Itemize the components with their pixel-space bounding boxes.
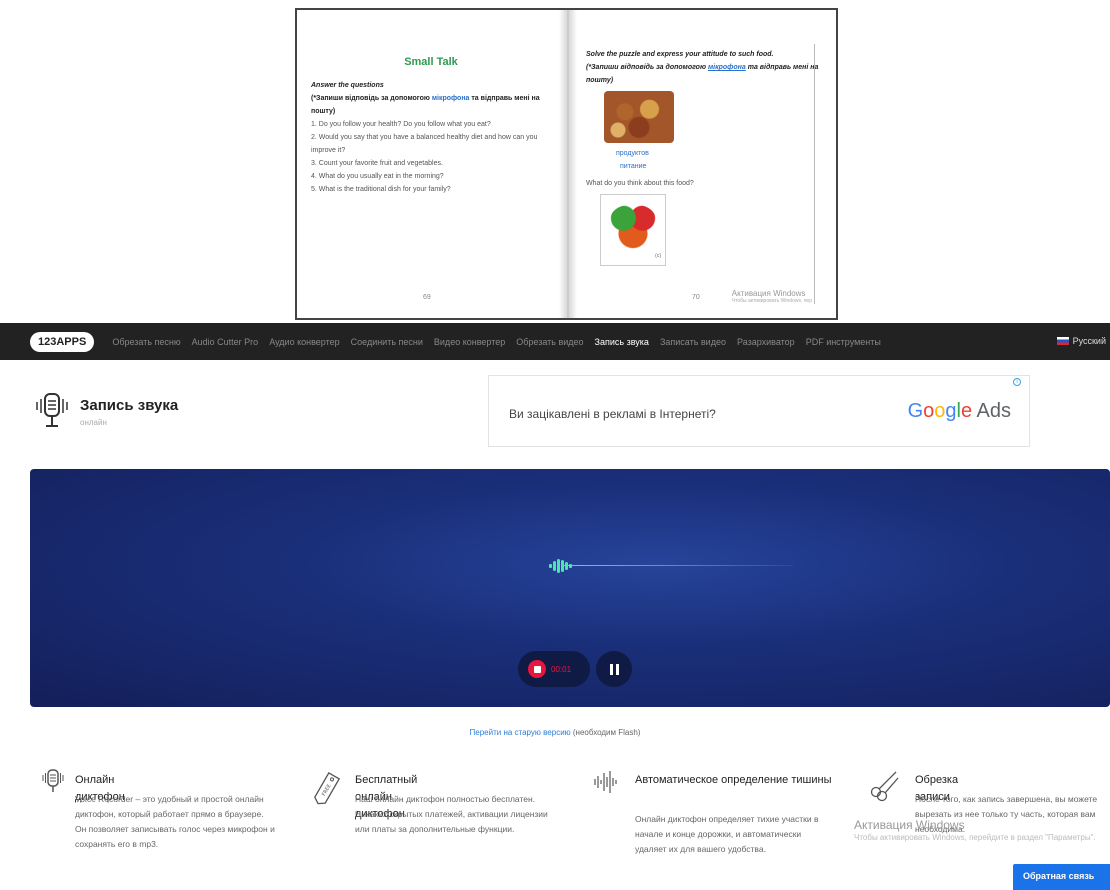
book-question: 2. Would you say that you have a balance…	[311, 134, 538, 154]
heart-food-image: (c)	[600, 194, 666, 266]
ad-info-icon[interactable]: i	[1013, 378, 1021, 386]
products-link[interactable]: продуктов	[616, 147, 822, 160]
logo-123apps[interactable]: 123APPS	[30, 331, 95, 352]
free-tag-icon: FREE	[314, 771, 341, 805]
windows-activation-watermark: Активация Windows Чтобы активировать Win…	[854, 818, 1096, 842]
feature-text: Voice Recorder – это удобный и простой о…	[75, 794, 275, 849]
top-navbar: 123APPS Обрезать песню Audio Cutter Pro …	[0, 323, 1110, 360]
recorder-panel: 00:01	[30, 469, 1110, 707]
book-question: 1. Do you follow your health? Do you fol…	[311, 121, 491, 128]
page-subtitle: онлайн	[80, 418, 107, 427]
nav-unarchiver[interactable]: Разархиватор	[737, 337, 795, 347]
book-question: 4. What do you usually eat in the mornin…	[311, 173, 444, 180]
old-version-note: Перейти на старую версию (необходим Flas…	[469, 728, 641, 737]
nav-voice-recorder[interactable]: Запись звука	[595, 337, 649, 347]
microphone-icon	[36, 393, 68, 427]
google-ad-banner[interactable]: i Ви зацікавлені в рекламі в Інтернеті? …	[488, 375, 1030, 447]
waveform-line	[563, 565, 793, 566]
svg-text:FREE: FREE	[321, 783, 333, 797]
book-preview: Small Talk Answer the questions (*Запиши…	[295, 8, 838, 320]
page-divider	[814, 44, 815, 304]
nav-video-converter[interactable]: Видео конвертер	[434, 337, 505, 347]
microphone-icon	[42, 769, 64, 792]
windows-watermark-book: Активация Windows Чтобы активировать Win…	[731, 289, 812, 304]
nav-pdf-tools[interactable]: PDF инструменты	[806, 337, 881, 347]
microphone-link[interactable]: мікрофона	[708, 64, 746, 71]
waveform-icon	[594, 771, 617, 793]
page-number: 69	[423, 294, 431, 301]
nav-record-video[interactable]: Записать видео	[660, 337, 726, 347]
scissors-icon	[870, 771, 899, 802]
microphone-link[interactable]: мікрофона	[432, 95, 470, 102]
feedback-button[interactable]: Обратная связь	[1013, 864, 1110, 890]
stop-recording-button[interactable]: 00:01	[518, 651, 590, 687]
recording-timer: 00:01	[551, 664, 572, 674]
book-question: 5. What is the traditional dish for your…	[311, 186, 451, 193]
nav-cut-song[interactable]: Обрезать песню	[112, 337, 180, 347]
old-version-link[interactable]: Перейти на старую версию	[470, 728, 571, 737]
stop-icon	[528, 660, 546, 678]
russian-flag-icon	[1056, 337, 1069, 345]
image-caption: (c)	[655, 253, 661, 259]
nav-audio-cutter-pro[interactable]: Audio Cutter Pro	[192, 337, 259, 347]
waveform-blob	[549, 559, 572, 573]
ad-text: Ви зацікавлені в рекламі в Інтернеті?	[509, 407, 716, 421]
language-label: Русский	[1072, 336, 1106, 346]
nav-join-songs[interactable]: Соединить песни	[351, 337, 423, 347]
book-page-right: Solve the puzzle and express your attitu…	[572, 10, 836, 318]
book-instruction: Solve the puzzle and express your attitu…	[586, 51, 774, 58]
language-selector[interactable]: Русский	[1056, 336, 1106, 346]
nutrition-link[interactable]: питание	[620, 160, 822, 173]
book-title: Small Talk	[404, 56, 458, 68]
book-question: What do you think about this food?	[586, 180, 694, 187]
book-note: (*Запиши відповідь за допомогою мікрофон…	[311, 95, 540, 115]
page-title: Запись звука	[80, 397, 179, 414]
feature-text: Наш онлайн диктофон полностью бесплатен.…	[355, 794, 548, 834]
book-page-left: Small Talk Answer the questions (*Запиши…	[297, 10, 565, 318]
feature-text: Онлайн диктофон определяет тихие участки…	[635, 814, 819, 854]
page-number: 70	[692, 294, 700, 301]
feature-title: Автоматическое определение тишины	[635, 774, 832, 786]
book-instruction: Answer the questions	[311, 82, 384, 89]
book-note: (*Запиши відповідь за допомогою мікрофон…	[586, 64, 819, 84]
food-image	[604, 91, 674, 143]
heart-shape	[609, 205, 657, 249]
google-ads-logo: Google Ads	[907, 400, 1011, 422]
nav-cut-video[interactable]: Обрезать видео	[516, 337, 583, 347]
pause-button[interactable]	[596, 651, 632, 687]
nav-audio-converter[interactable]: Аудио конвертер	[269, 337, 339, 347]
book-question: 3. Count your favorite fruit and vegetab…	[311, 160, 443, 167]
